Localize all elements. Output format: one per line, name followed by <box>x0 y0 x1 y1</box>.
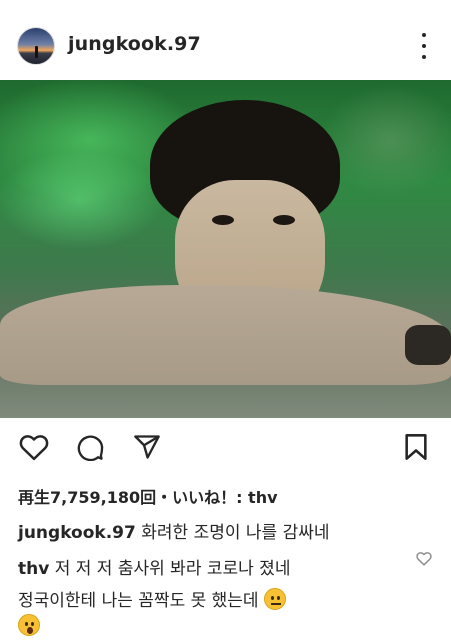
dot <box>422 44 426 48</box>
video-subject-tattoo <box>405 325 451 365</box>
avatar[interactable] <box>17 27 55 65</box>
astonished-face-emoji-icon <box>18 614 40 636</box>
action-bar <box>0 418 451 476</box>
post-username[interactable]: jungkook.97 <box>68 33 201 55</box>
post-video[interactable] <box>0 80 451 418</box>
video-subject-arm <box>0 285 451 385</box>
comment-icon[interactable] <box>76 432 106 462</box>
video-subject-eye <box>212 215 234 225</box>
video-subject-eye <box>273 215 295 225</box>
dot <box>422 33 426 37</box>
comment-like-icon[interactable] <box>416 551 432 567</box>
views-count[interactable]: 再生7,759,180回・いいね！: thv <box>18 484 278 508</box>
post-header: jungkook.97 <box>0 0 451 80</box>
bookmark-icon[interactable] <box>401 432 431 462</box>
more-options-icon[interactable] <box>414 33 434 59</box>
neutral-face-emoji-icon <box>263 588 286 610</box>
comment-text: 정국이한테 나는 꼼짝도 못 했는데 <box>18 591 259 611</box>
comment-username[interactable]: thv <box>18 559 49 579</box>
dot <box>422 55 426 59</box>
comment-line: 정국이한테 나는 꼼짝도 못 했는데 <box>18 586 286 611</box>
like-icon[interactable] <box>19 432 49 462</box>
caption-username[interactable]: jungkook.97 <box>18 523 136 543</box>
post-caption: jungkook.97 화려한 조명이 나를 감싸네 <box>18 518 438 543</box>
caption-text: 화려한 조명이 나를 감싸네 <box>141 523 330 543</box>
share-icon[interactable] <box>132 432 162 462</box>
comment-line: thv 저 저 저 춤사위 봐라 코로나 졌네 <box>18 554 290 579</box>
comment-text: 저 저 저 춤사위 봐라 코로나 졌네 <box>54 559 291 579</box>
comment-line <box>18 614 40 637</box>
